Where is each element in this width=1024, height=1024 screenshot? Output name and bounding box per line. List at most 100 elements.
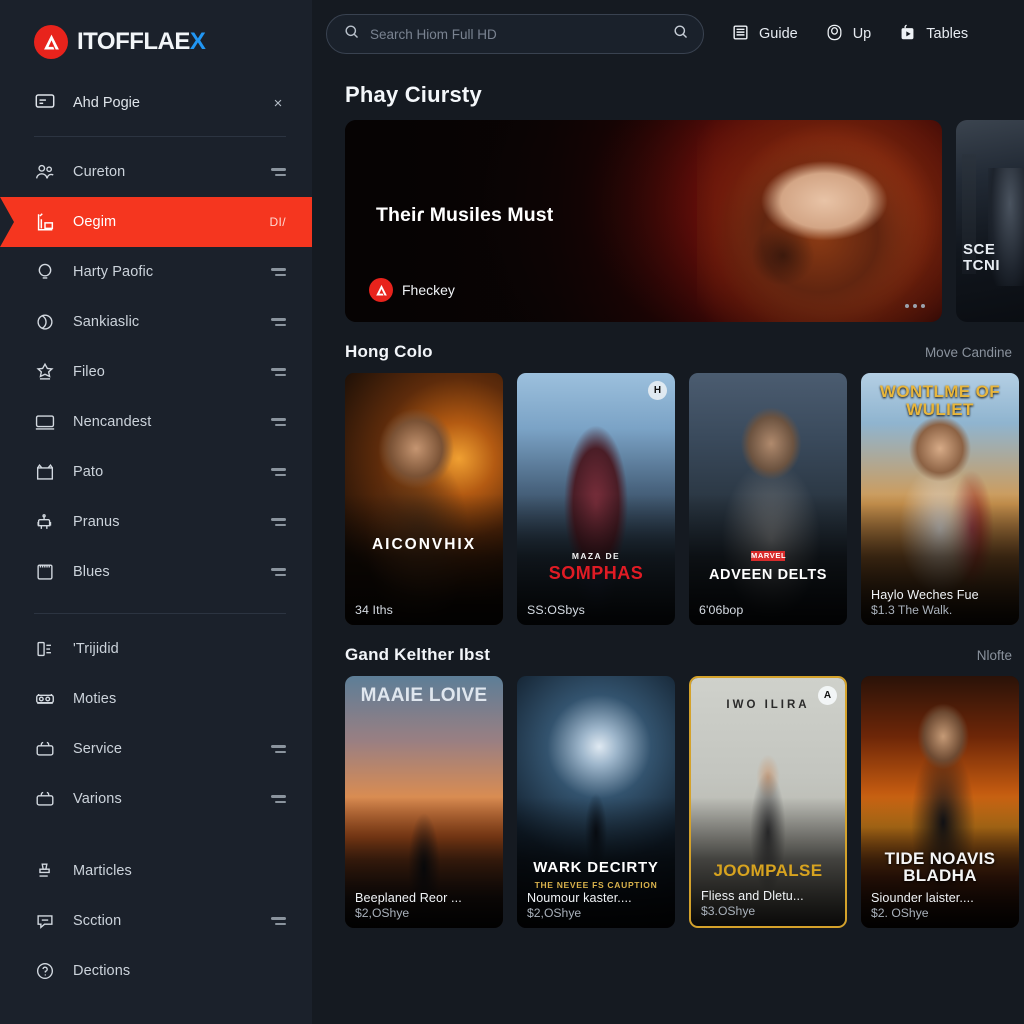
hero-next-card[interactable]: SCE TCNI [956, 120, 1024, 322]
menu-handle-icon[interactable] [271, 745, 286, 753]
topnav-label: Tables [926, 26, 969, 42]
sidebar-item-label: Pranus [73, 514, 120, 530]
sidebar-group-tertiary: Marticles Scction Dections [0, 846, 312, 996]
sidebar-item-blues[interactable]: Blues [0, 547, 312, 597]
movie-card[interactable]: WARK DECIRTY THE NEVEE FS CAUPTION Noumo… [517, 676, 675, 928]
brand-name: ITOFFLAEX [77, 28, 206, 56]
card-name: 34 Iths [355, 603, 393, 617]
search-input[interactable] [370, 26, 662, 42]
card-price: $3.OShye [701, 904, 756, 918]
sidebar-item-oegim[interactable]: Oegim DI/ [0, 197, 312, 247]
card-poster-title: TIDE NOAVIS BLADHA [884, 849, 996, 885]
users-icon [34, 161, 56, 183]
topnav-item-up[interactable]: Up [825, 23, 871, 46]
hero-brand: Fheckey [369, 278, 455, 302]
hero-brand-label: Fheckey [402, 282, 455, 298]
sidebar-item-harty-paofic[interactable]: Harty Paofic [0, 247, 312, 297]
card-name: Haylo Weches Fue [871, 588, 979, 602]
card-name: Siounder laister.... [871, 891, 974, 905]
movie-card[interactable]: MARVEL ADVEEN DELTS 6'06bop [689, 373, 847, 625]
card-poster-title: JOOMPALSE [713, 861, 823, 881]
sidebar-item-label: Sankiaslic [73, 314, 140, 330]
card-poster-title: WARK DECIRTY [533, 859, 659, 877]
sidebar-item-label: Oegim [73, 214, 117, 230]
menu-handle-icon[interactable] [271, 568, 286, 576]
sidebar-item-nencandest[interactable]: Nencandest [0, 397, 312, 447]
card-price: $2,OShye [527, 906, 582, 920]
menu-handle-icon[interactable] [271, 795, 286, 803]
card-name: Fliess and Dletu... [701, 889, 804, 903]
hero-logo-icon [369, 278, 393, 302]
sidebar-item-sankiaslic[interactable]: Sankiaslic [0, 297, 312, 347]
sidebar-item-trijidid[interactable]: 'Trijidid [0, 624, 312, 674]
card-meta: Siounder laister.... $2. OShye [871, 891, 1011, 920]
sidebar-item-marticles[interactable]: Marticles [0, 846, 312, 896]
topnav-item-guide[interactable]: Guide [731, 23, 798, 46]
hero-banner[interactable]: Theiɾ Musiles Must Fheckey [345, 120, 942, 322]
sidebar-item-dections[interactable]: Dections [0, 946, 312, 996]
circle-icon [34, 311, 56, 333]
sidebar-item-label: Marticles [73, 863, 132, 879]
movie-card[interactable]: H MAZA DE SOMPHAS SS:OSbys [517, 373, 675, 625]
card-name: SS:OSbys [527, 603, 585, 617]
hero-next-title: SCE TCNI [963, 242, 1000, 274]
profile-name: Ahd Pogie [73, 95, 140, 111]
hero-carousel: Theiɾ Musiles Must Fheckey SCE TCNI [334, 120, 1024, 322]
movie-card[interactable]: WONTLME OF WULIET Haylo Weches Fue $1.3 … [861, 373, 1019, 625]
sidebar-item-service[interactable]: Service [0, 724, 312, 774]
sidebar-item-pato[interactable]: Pato [0, 447, 312, 497]
section-more-link[interactable]: Nlofte [977, 648, 1012, 663]
help-circle-icon [34, 960, 56, 982]
sidebar-item-label: 'Trijidid [73, 641, 119, 657]
section-header-gand-kelther: Gand Kelther Ibst Nlofte [334, 645, 1024, 665]
upload-chart-icon [34, 211, 56, 233]
sidebar-divider-2 [34, 613, 286, 614]
card-poster-subtitle: MAZA DE [571, 551, 621, 562]
section-more-link[interactable]: Move Candine [925, 345, 1012, 360]
card-meta: 6'06bop [699, 603, 839, 617]
menu-handle-icon[interactable] [271, 917, 286, 925]
profile-row[interactable]: Ahd Pogie × [34, 86, 286, 120]
list-icon [731, 23, 750, 46]
menu-handle-icon[interactable] [271, 318, 286, 326]
hero-pagination-dots[interactable] [905, 304, 925, 308]
search-bar[interactable] [326, 14, 704, 54]
sidebar-item-cureton[interactable]: Cureton [0, 147, 312, 197]
robot-icon [34, 511, 56, 533]
movie-card[interactable]: A IWO ILIRA JOOMPALSE Fliess and Dletu..… [689, 676, 847, 928]
menu-handle-icon[interactable] [271, 168, 286, 176]
topnav-item-tables[interactable]: Tables [898, 23, 968, 46]
menu-handle-icon[interactable] [271, 368, 286, 376]
sidebar-item-scction[interactable]: Scction [0, 896, 312, 946]
bag-icon [34, 738, 56, 760]
menu-handle-icon[interactable] [271, 268, 286, 276]
monitor-icon [34, 411, 56, 433]
hero-next-title-line1: SCE [963, 241, 996, 258]
page-title: Phay Ciursty [345, 82, 482, 107]
sidebar-item-trail: DI/ [269, 215, 286, 229]
stamp-icon [34, 860, 56, 882]
card-meta: Noumour kaster.... $2,OShye [527, 891, 667, 920]
movie-card[interactable]: AICONVHIX 34 Iths [345, 373, 503, 625]
menu-handle-icon[interactable] [271, 518, 286, 526]
sidebar-panel-icon [34, 638, 56, 660]
brand-name-accent: X [189, 28, 206, 55]
app-root: ITOFFLAEX Ahd Pogie × Cureton Oegim DI/ … [0, 0, 1024, 1024]
sidebar-item-pranus[interactable]: Pranus [0, 497, 312, 547]
sidebar-item-moties[interactable]: Moties [0, 674, 312, 724]
sidebar-item-varions[interactable]: Varions [0, 774, 312, 824]
brand-logo-area[interactable]: ITOFFLAEX [0, 0, 312, 66]
menu-handle-icon[interactable] [271, 418, 286, 426]
movie-card[interactable]: MAAIE LOIVE Beeplaned Reor ... $2,OShye [345, 676, 503, 928]
card-meta: 34 Iths [355, 603, 495, 617]
sidebar-item-fileo[interactable]: Fileo [0, 347, 312, 397]
message-icon [34, 910, 56, 932]
sidebar-item-label: Fileo [73, 364, 105, 380]
search-icon [343, 23, 360, 45]
sidebar-divider-1 [34, 136, 286, 137]
search-submit-icon[interactable] [672, 23, 689, 45]
close-icon[interactable]: × [270, 95, 286, 112]
menu-handle-icon[interactable] [271, 468, 286, 476]
movie-card[interactable]: TIDE NOAVIS BLADHA Siounder laister.... … [861, 676, 1019, 928]
sidebar: ITOFFLAEX Ahd Pogie × Cureton Oegim DI/ … [0, 0, 312, 1024]
